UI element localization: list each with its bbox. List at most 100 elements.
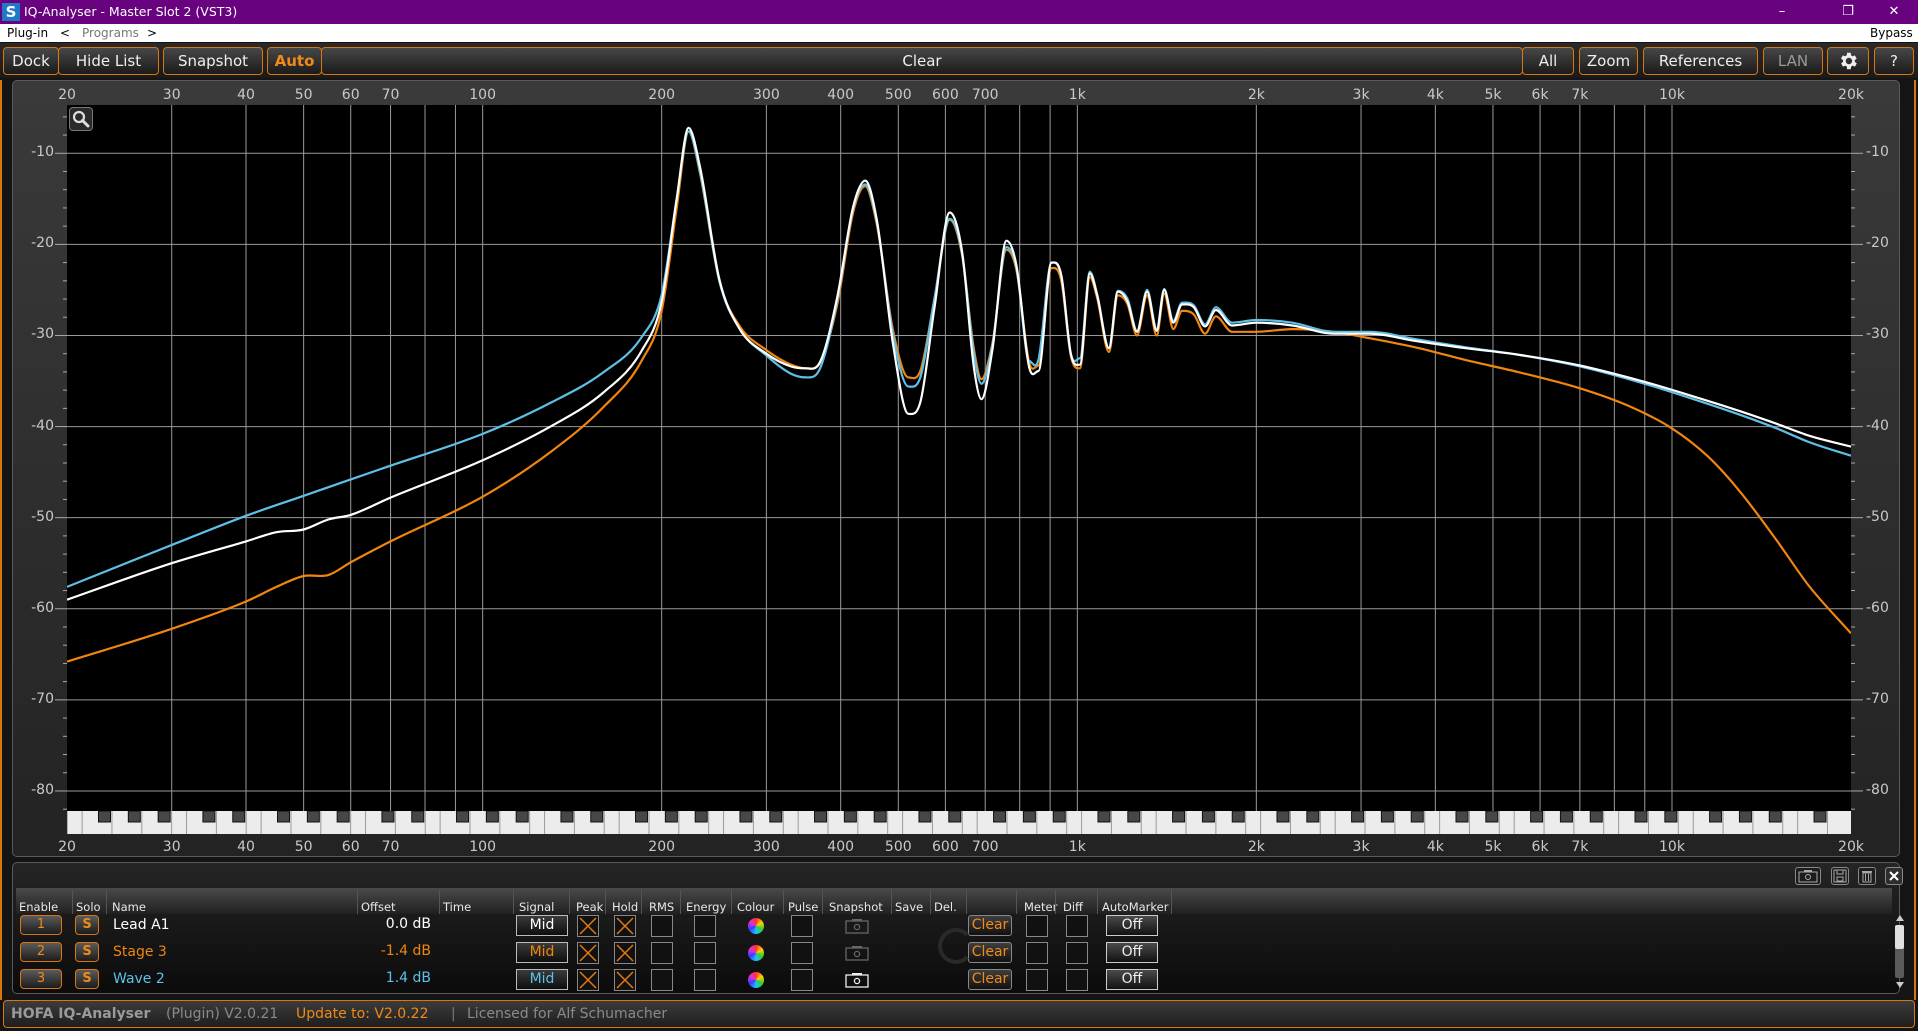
layer-name[interactable]: Lead A1 [113,917,170,933]
piano-keyboard[interactable] [67,811,1851,834]
black-key[interactable] [1410,811,1424,823]
signal-mode-button[interactable]: Mid [516,915,568,936]
offset-value[interactable]: -1.4 dB [330,943,431,959]
previous-program-button[interactable]: < [60,26,70,40]
black-key[interactable] [515,811,529,823]
black-key[interactable] [485,811,499,823]
black-key[interactable] [336,811,350,823]
minimize-button[interactable]: – [1760,2,1804,22]
black-key[interactable] [664,811,678,823]
pulse-checkbox[interactable] [791,942,813,964]
solo-button[interactable]: S [75,915,99,935]
rms-checkbox[interactable] [651,915,673,937]
clear-layer-button[interactable]: Clear [968,969,1012,990]
black-key[interactable] [873,811,887,823]
programs-menu[interactable]: Programs [82,26,139,40]
black-key[interactable] [1664,811,1678,823]
diff-checkbox[interactable] [1066,969,1088,991]
colour-picker-icon[interactable] [748,918,764,934]
black-key[interactable] [1306,811,1320,823]
enable-button[interactable]: 2 [20,942,62,962]
black-key[interactable] [1276,811,1290,823]
signal-mode-button[interactable]: Mid [516,942,568,963]
snapshot-button[interactable] [845,972,869,988]
restore-button[interactable]: ❐ [1826,2,1870,22]
dock-button[interactable]: Dock [3,47,59,75]
panel-delete-button[interactable] [1858,867,1876,885]
peak-checkbox[interactable] [577,915,599,937]
black-key[interactable] [1738,811,1752,823]
snapshot-button[interactable]: Snapshot [163,47,263,75]
layer-name[interactable]: Wave 2 [113,971,165,987]
black-key[interactable] [1634,811,1648,823]
black-key[interactable] [843,811,857,823]
offset-value[interactable]: 1.4 dB [330,970,431,986]
black-key[interactable] [1559,811,1573,823]
black-key[interactable] [202,811,216,823]
black-key[interactable] [411,811,425,823]
energy-checkbox[interactable] [694,969,716,991]
automarker-button[interactable]: Off [1106,915,1158,936]
plugin-menu[interactable]: Plug-in [7,26,48,40]
black-key[interactable] [1813,811,1827,823]
black-key[interactable] [635,811,649,823]
meter-checkbox[interactable] [1026,942,1048,964]
colour-picker-icon[interactable] [748,972,764,988]
panel-save-button[interactable] [1831,867,1849,885]
panel-snapshot-button[interactable] [1795,867,1821,885]
diff-checkbox[interactable] [1066,942,1088,964]
black-key[interactable] [948,811,962,823]
panel-close-button[interactable] [1885,867,1903,885]
black-key[interactable] [381,811,395,823]
black-key[interactable] [918,811,932,823]
black-key[interactable] [1768,811,1782,823]
black-key[interactable] [1127,811,1141,823]
black-key[interactable] [694,811,708,823]
bypass-button[interactable]: Bypass [1870,26,1913,40]
energy-checkbox[interactable] [694,915,716,937]
black-key[interactable] [739,811,753,823]
automarker-button[interactable]: Off [1106,942,1158,963]
spectrum-plot[interactable] [67,105,1851,811]
scroll-thumb[interactable] [1895,925,1904,949]
zoom-magnifier-button[interactable] [69,107,93,131]
solo-button[interactable]: S [75,969,99,989]
black-key[interactable] [232,811,246,823]
black-key[interactable] [1485,811,1499,823]
next-program-button[interactable]: > [147,26,157,40]
energy-checkbox[interactable] [694,942,716,964]
snapshot-button[interactable] [845,918,869,934]
hold-checkbox[interactable] [614,915,636,937]
list-scrollbar[interactable] [1895,915,1905,990]
black-key[interactable] [1201,811,1215,823]
clear-layer-button[interactable]: Clear [968,942,1012,963]
black-key[interactable] [1589,811,1603,823]
black-key[interactable] [1097,811,1111,823]
lan-button[interactable]: LAN [1763,47,1823,75]
black-key[interactable] [456,811,470,823]
black-key[interactable] [1022,811,1036,823]
auto-button[interactable]: Auto [267,47,322,75]
black-key[interactable] [97,811,111,823]
black-key[interactable] [1380,811,1394,823]
references-button[interactable]: References [1643,47,1758,75]
enable-button[interactable]: 3 [20,969,62,989]
automarker-button[interactable]: Off [1106,969,1158,990]
black-key[interactable] [1709,811,1723,823]
help-button[interactable]: ? [1874,47,1914,75]
clear-layer-button[interactable]: Clear [968,915,1012,936]
solo-button[interactable]: S [75,942,99,962]
scroll-up-icon[interactable] [1896,915,1904,921]
hold-checkbox[interactable] [614,969,636,991]
update-link[interactable]: Update to: V2.0.22 [296,1006,428,1022]
black-key[interactable] [993,811,1007,823]
close-window-button[interactable]: ✕ [1872,2,1916,22]
all-button[interactable]: All [1522,47,1574,75]
meter-checkbox[interactable] [1026,915,1048,937]
meter-checkbox[interactable] [1026,969,1048,991]
black-key[interactable] [127,811,141,823]
hide-list-button[interactable]: Hide List [58,47,159,75]
black-key[interactable] [306,811,320,823]
black-key[interactable] [157,811,171,823]
layer-name[interactable]: Stage 3 [113,944,167,960]
